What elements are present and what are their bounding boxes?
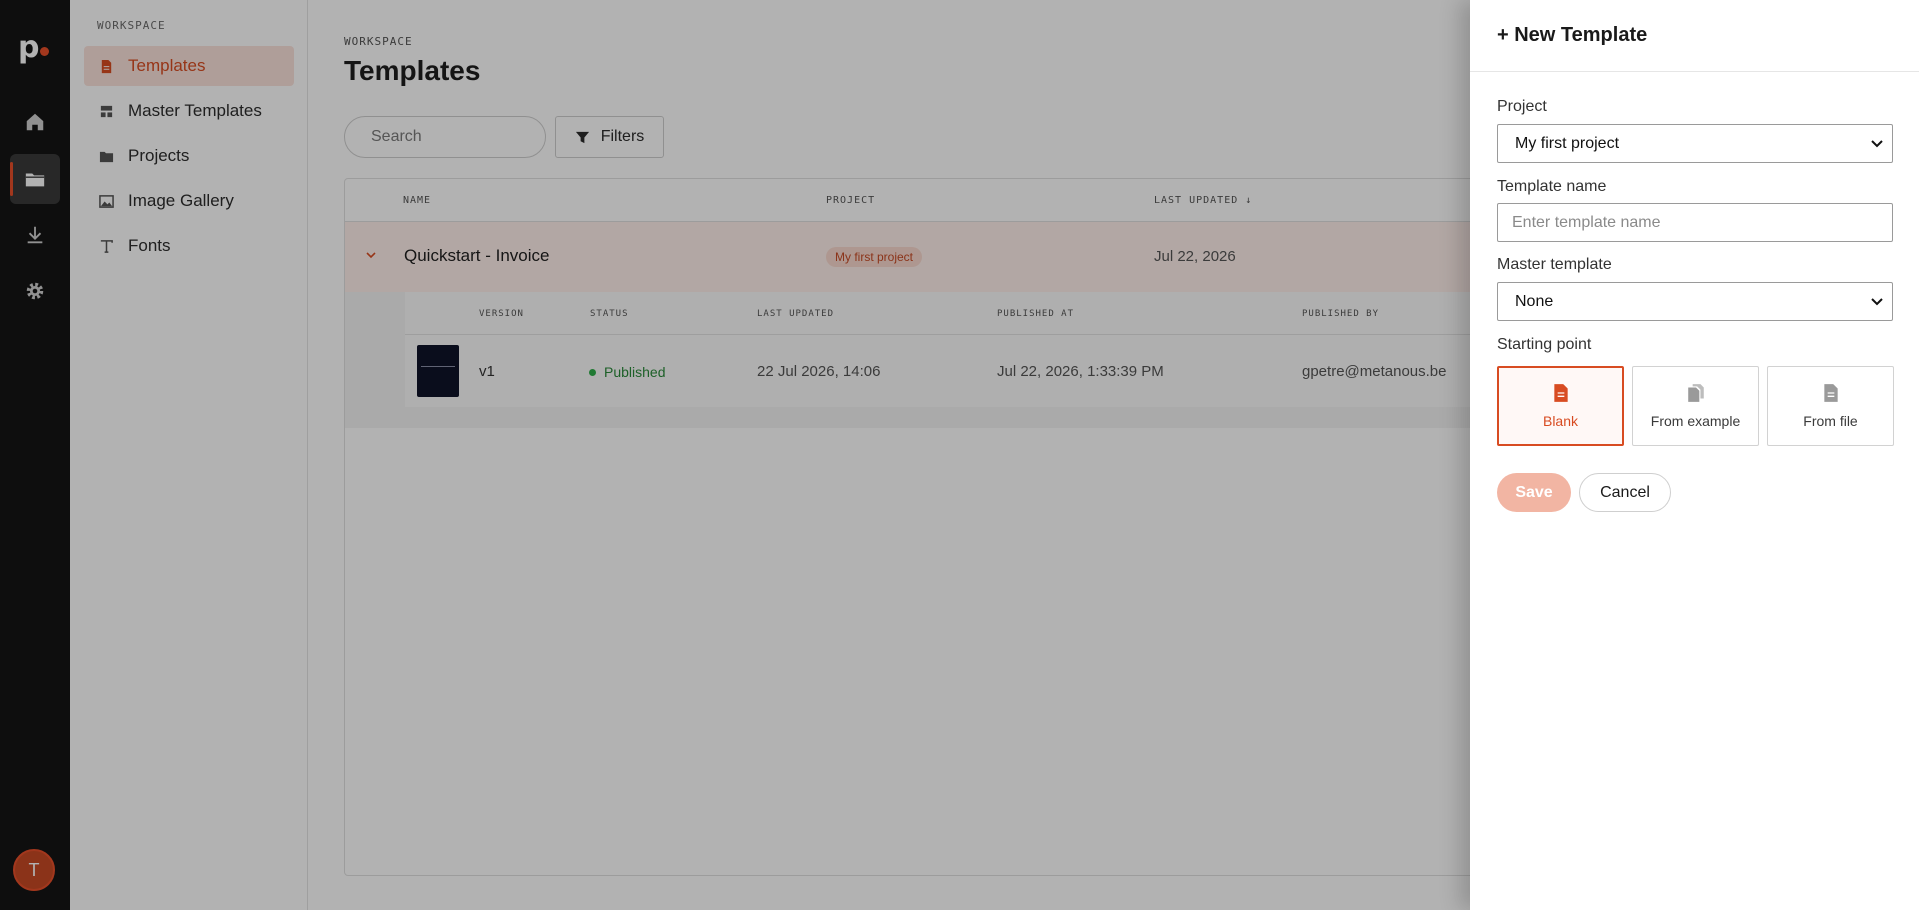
option-label: From file [1803, 413, 1858, 429]
chevron-down-icon [1871, 298, 1883, 306]
drawer-title: + New Template [1497, 24, 1648, 46]
master-template-value: None [1515, 292, 1554, 310]
option-label: From example [1650, 413, 1741, 429]
file-icon [1823, 384, 1838, 402]
starting-option-file[interactable]: From file [1767, 366, 1894, 446]
drawer-divider [1470, 71, 1919, 72]
cancel-button[interactable]: Cancel [1579, 473, 1671, 512]
master-template-select[interactable]: None [1497, 282, 1893, 321]
file-icon [1553, 384, 1568, 402]
chevron-down-icon [1871, 140, 1883, 148]
new-template-drawer: + New Template Project My first project … [1470, 0, 1919, 910]
modal-backdrop[interactable] [0, 0, 1470, 910]
template-name-input[interactable]: Enter template name [1497, 203, 1893, 242]
starting-point-label: Starting point [1497, 336, 1592, 353]
starting-option-example[interactable]: From example [1632, 366, 1759, 446]
master-template-label: Master template [1497, 256, 1612, 273]
save-button[interactable]: Save [1497, 473, 1571, 512]
template-name-placeholder: Enter template name [1512, 213, 1661, 231]
option-label: Blank [1542, 413, 1579, 429]
project-select-value: My first project [1515, 134, 1620, 152]
project-select[interactable]: My first project [1497, 124, 1893, 163]
project-label: Project [1497, 98, 1547, 115]
starting-option-blank[interactable]: Blank [1497, 366, 1624, 446]
template-name-label: Template name [1497, 178, 1607, 195]
copy-icon [1687, 384, 1704, 402]
